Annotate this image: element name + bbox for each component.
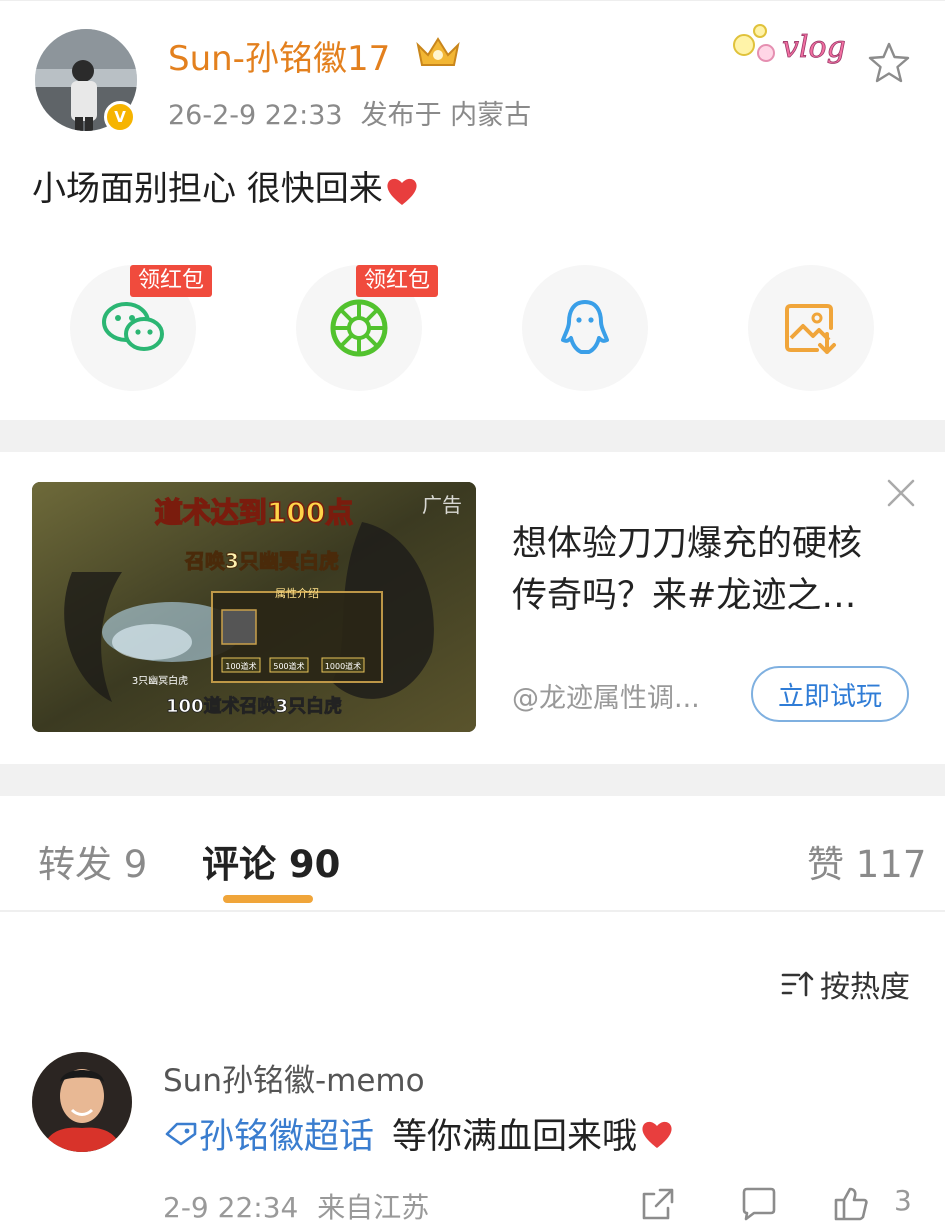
like-icon[interactable] [832, 1186, 870, 1222]
sort-toggle[interactable]: 按热度 [780, 962, 910, 1006]
super-topic-link[interactable]: 孙铭徽超话 [163, 1108, 374, 1159]
ad-image-caption: 100道术召唤3只白虎 [166, 695, 342, 717]
comment-location: 来自江苏 [317, 1191, 430, 1224]
qq-icon [561, 300, 609, 354]
commenter-name[interactable]: Sun孙铭徽-memo [163, 1055, 425, 1100]
comment-like-count: 3 [894, 1184, 912, 1217]
post-meta: 26-2-9 22:33 发布于 内蒙古 [168, 93, 531, 132]
save-image-icon [785, 304, 836, 354]
ad-image-option: 500道术 [273, 661, 304, 671]
heart-emoji-icon [387, 178, 417, 205]
post-time: 26-2-9 22:33 [168, 100, 343, 131]
comment-icon[interactable] [740, 1186, 778, 1222]
moments-icon [330, 299, 388, 357]
ad-source[interactable]: @龙迹属性调... [512, 676, 700, 715]
ad-image-title: 道术达到100点 [155, 496, 353, 529]
favorite-star-icon[interactable] [866, 41, 912, 85]
author-name[interactable]: Sun-孙铭徽17 [168, 31, 390, 80]
post-card: V Sun-孙铭徽17 26-2-9 22:33 发布于 内蒙古 vlog 小场面… [0, 0, 945, 420]
ad-label: 广告 [422, 493, 462, 517]
ad-title[interactable]: 想体验刀刀爆充的硬核 传奇吗？来#龙迹之… [512, 518, 912, 622]
try-now-button[interactable]: 立即试玩 [751, 666, 909, 722]
crown-icon [416, 37, 460, 66]
tab-repost[interactable]: 转发 9 [38, 834, 147, 888]
diamond-icon [165, 1122, 197, 1145]
post-content: 小场面别担心 很快回来 [32, 161, 419, 210]
ad-image-panel-title: 属性介绍 [275, 586, 319, 600]
comment-meta: 2-9 22:34 来自江苏 [163, 1186, 429, 1226]
ad-image-subtitle: 召唤3只幽冥白虎 [184, 549, 339, 573]
save-image-button[interactable] [748, 265, 874, 391]
vlog-badge-icon: vlog [733, 24, 846, 65]
section-divider [0, 764, 945, 796]
ad-image[interactable]: 道术达到100点 召唤3只幽冥白虎 属性介绍 100道术 500道术 1000道… [32, 482, 476, 732]
verified-badge-icon: V [104, 101, 136, 133]
super-topic-label: 孙铭徽超话 [199, 1117, 375, 1157]
tab-likes[interactable]: 赞 117 [807, 834, 926, 888]
vlog-badge-text: vlog [782, 30, 846, 65]
section-divider [0, 420, 945, 452]
comment-time: 2-9 22:34 [163, 1191, 299, 1224]
ad-image-option: 1000道术 [325, 661, 361, 671]
post-location: 发布于 内蒙古 [360, 100, 532, 131]
post-text: 小场面别担心 很快回来 [32, 169, 383, 209]
share-qq-button[interactable] [522, 265, 648, 391]
wechat-icon [102, 302, 164, 351]
red-packet-tag: 领红包 [356, 265, 439, 297]
share-icon[interactable] [640, 1186, 676, 1222]
comment-text: 等你满血回来哦 [392, 1117, 638, 1157]
red-packet-tag: 领红包 [130, 265, 213, 297]
tab-comments[interactable]: 评论 90 [202, 834, 340, 888]
comment-actions: 3 [636, 1184, 936, 1224]
close-icon[interactable] [884, 476, 918, 510]
ad-title-line2: 传奇吗？来#龙迹之… [512, 576, 857, 616]
ad-image-option: 100道术 [225, 661, 256, 671]
sort-icon [781, 971, 814, 997]
active-tab-indicator [223, 895, 313, 903]
ad-title-line1: 想体验刀刀爆充的硬核 [512, 524, 863, 564]
ad-image-caption-small: 3只幽冥白虎 [132, 674, 188, 687]
sort-label: 按热度 [820, 970, 910, 1005]
comment-body: 孙铭徽超话 等你满血回来哦 [163, 1108, 675, 1159]
commenter-avatar[interactable] [32, 1052, 132, 1152]
heart-emoji-icon [642, 1121, 672, 1148]
